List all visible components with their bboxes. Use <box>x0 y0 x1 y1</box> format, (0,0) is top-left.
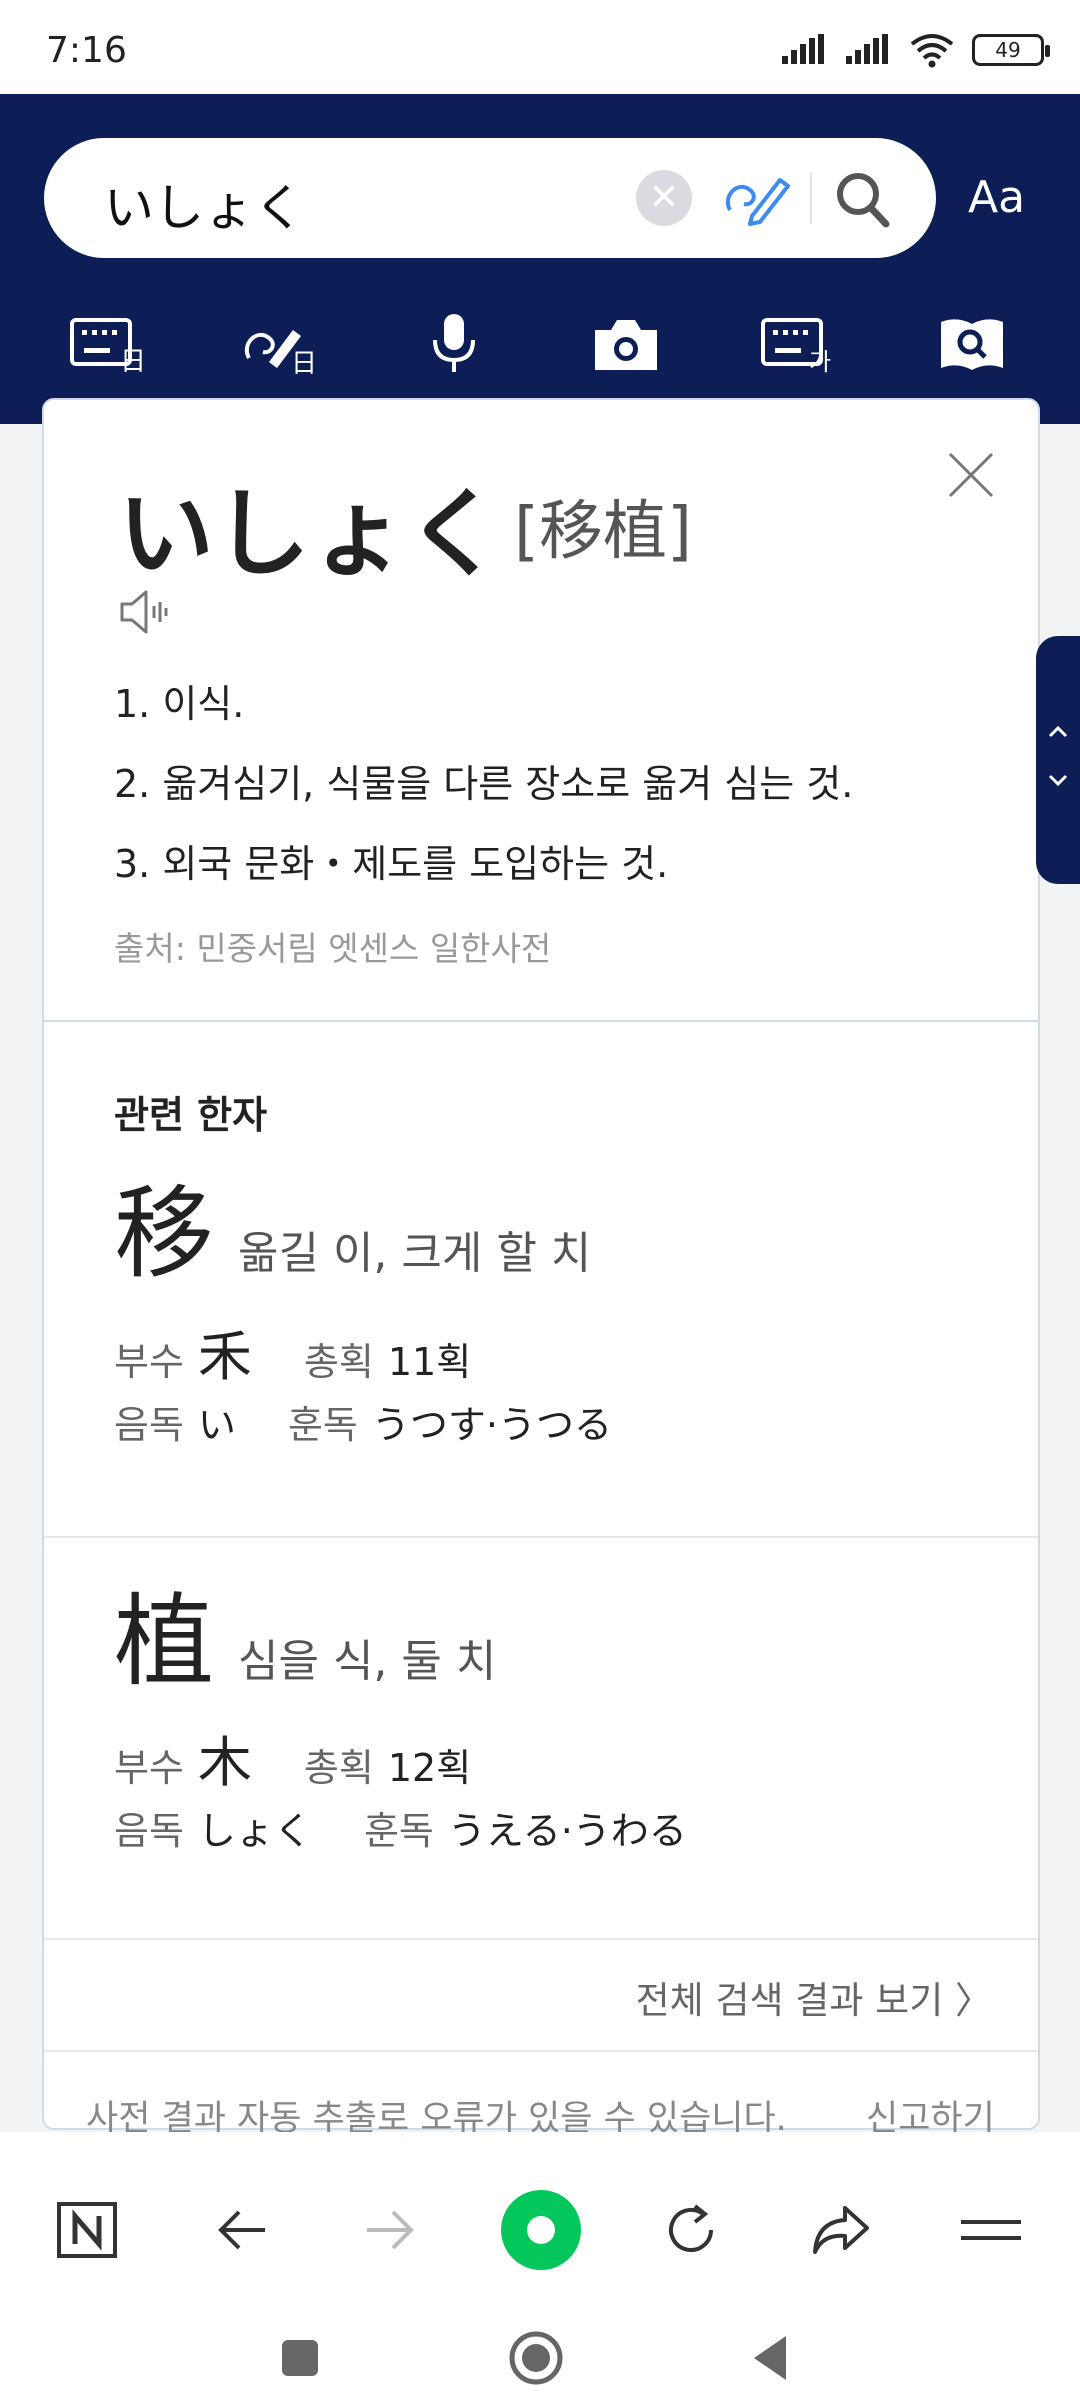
input-tools: 日 日 가 <box>60 304 1020 384</box>
strokes-value: 12획 <box>387 1746 472 1790</box>
forward-icon[interactable] <box>336 2170 446 2290</box>
status-time: 7:16 <box>46 30 127 71</box>
meaning-item: 2. 옮겨심기, 식물을 다른 장소로 옮겨 심는 것. <box>114 762 854 806</box>
hanja-char: 移 <box>114 1175 214 1292</box>
divider <box>44 1020 1038 1022</box>
chevron-up-icon[interactable] <box>1044 718 1072 746</box>
divider <box>44 1536 1038 1538</box>
strokes-value: 11획 <box>387 1340 472 1384</box>
strokes-label: 총획 <box>303 1746 374 1790</box>
menu-icon[interactable] <box>936 2170 1046 2290</box>
font-size-button[interactable]: Aa <box>968 172 1025 223</box>
home-icon[interactable] <box>496 2318 576 2398</box>
camera-icon[interactable] <box>578 304 674 384</box>
wifi-icon <box>910 34 954 68</box>
kun-label: 훈독 <box>363 1809 434 1853</box>
view-all-results-link[interactable]: 전체 검색 결과 보기 〉 <box>636 1970 992 2024</box>
hanja-entry[interactable]: 移 옮길 이, 크게 할 치 <box>114 1152 591 1297</box>
radical-value[interactable]: 禾 <box>198 1312 252 1391</box>
search-input[interactable]: いしょく <box>104 168 304 240</box>
kun-reading: うえる·うわる <box>447 1809 687 1853</box>
system-back-icon[interactable] <box>730 2318 810 2398</box>
speaker-icon[interactable] <box>118 588 172 636</box>
hanja-reading-row: 음독 しょく 훈독 うえる·うわる <box>114 1800 687 1855</box>
clear-search-button[interactable]: ✕ <box>636 170 692 226</box>
strokes-label: 총획 <box>303 1340 374 1384</box>
back-icon[interactable] <box>186 2170 296 2290</box>
meaning-item: 1. 이식. <box>114 682 245 726</box>
dictionary-search-icon[interactable] <box>924 304 1020 384</box>
signal-icon <box>846 34 888 64</box>
hanja-info-row: 부수 木 총획 12획 <box>114 1718 471 1797</box>
hanja-reading-row: 음독 い 훈독 うつす·うつる <box>114 1394 612 1449</box>
meaning-list: 1. 이식. 2. 옮겨심기, 식물을 다른 장소로 옮겨 심는 것. 3. 외… <box>114 682 853 922</box>
keyboard-ja-icon[interactable]: 日 <box>60 304 156 384</box>
related-hanja-title: 관련 한자 <box>114 1093 268 1137</box>
share-icon[interactable] <box>786 2170 896 2290</box>
divider <box>44 2050 1038 2052</box>
signal-icon <box>782 34 824 64</box>
recents-icon[interactable] <box>260 2318 340 2398</box>
green-dot-icon[interactable] <box>486 2170 596 2290</box>
hanja-info-row: 부수 禾 총획 11획 <box>114 1312 471 1391</box>
browser-toolbar <box>0 2132 1080 2400</box>
status-icons: 49 <box>780 30 1050 70</box>
headword-hanja: [移植] <box>514 495 692 569</box>
radical-value[interactable]: 木 <box>198 1718 252 1797</box>
meaning-item: 3. 외국 문화・제도를 도입하는 것. <box>114 842 669 886</box>
svg-text:日: 日 <box>291 349 317 374</box>
hanja-char: 植 <box>114 1583 214 1700</box>
dictionary-card: いしょく [移植] 1. 이식. 2. 옮겨심기, 식물을 다른 장소로 옮겨 … <box>42 398 1040 2130</box>
battery-icon: 49 <box>972 34 1050 66</box>
chevron-down-icon[interactable] <box>1044 766 1072 794</box>
naver-home-icon[interactable] <box>32 2170 142 2290</box>
keyboard-ko-icon[interactable]: 가 <box>751 304 847 384</box>
search-header: いしょく ✕ Aa 日 日 가 <box>0 94 1080 424</box>
microphone-icon[interactable] <box>406 304 502 384</box>
scroll-tab[interactable] <box>1036 636 1080 884</box>
on-label: 음독 <box>114 1809 184 1853</box>
handwriting-ja-icon[interactable]: 日 <box>233 304 329 384</box>
close-icon[interactable] <box>944 448 998 502</box>
handwriting-pen-icon[interactable] <box>722 166 794 230</box>
on-reading: い <box>197 1403 236 1447</box>
on-reading: しょく <box>197 1809 312 1853</box>
svg-text:가: 가 <box>809 348 831 374</box>
search-icon[interactable] <box>830 164 894 232</box>
hanja-entry[interactable]: 植 심을 식, 둘 치 <box>114 1560 496 1705</box>
refresh-icon[interactable] <box>636 2170 746 2290</box>
divider <box>44 1938 1038 1940</box>
radical-label: 부수 <box>114 1340 184 1384</box>
source-text: 출처: 민중서림 엣센스 일한사전 <box>114 929 552 968</box>
hanja-meaning: 옮길 이, 크게 할 치 <box>238 1228 592 1279</box>
system-nav-bar <box>0 2318 1080 2398</box>
browser-nav-row <box>0 2170 1080 2290</box>
status-bar: 7:16 49 <box>0 0 1080 94</box>
radical-label: 부수 <box>114 1746 184 1790</box>
kun-reading: うつす·うつる <box>371 1403 612 1447</box>
on-label: 음독 <box>114 1403 184 1447</box>
hanja-meaning: 심을 식, 둘 치 <box>238 1636 497 1687</box>
search-box[interactable]: いしょく ✕ <box>44 138 936 258</box>
headword: いしょく <box>118 478 502 590</box>
kun-label: 훈독 <box>287 1403 358 1447</box>
svg-text:日: 日 <box>120 347 146 374</box>
search-divider <box>810 172 812 224</box>
